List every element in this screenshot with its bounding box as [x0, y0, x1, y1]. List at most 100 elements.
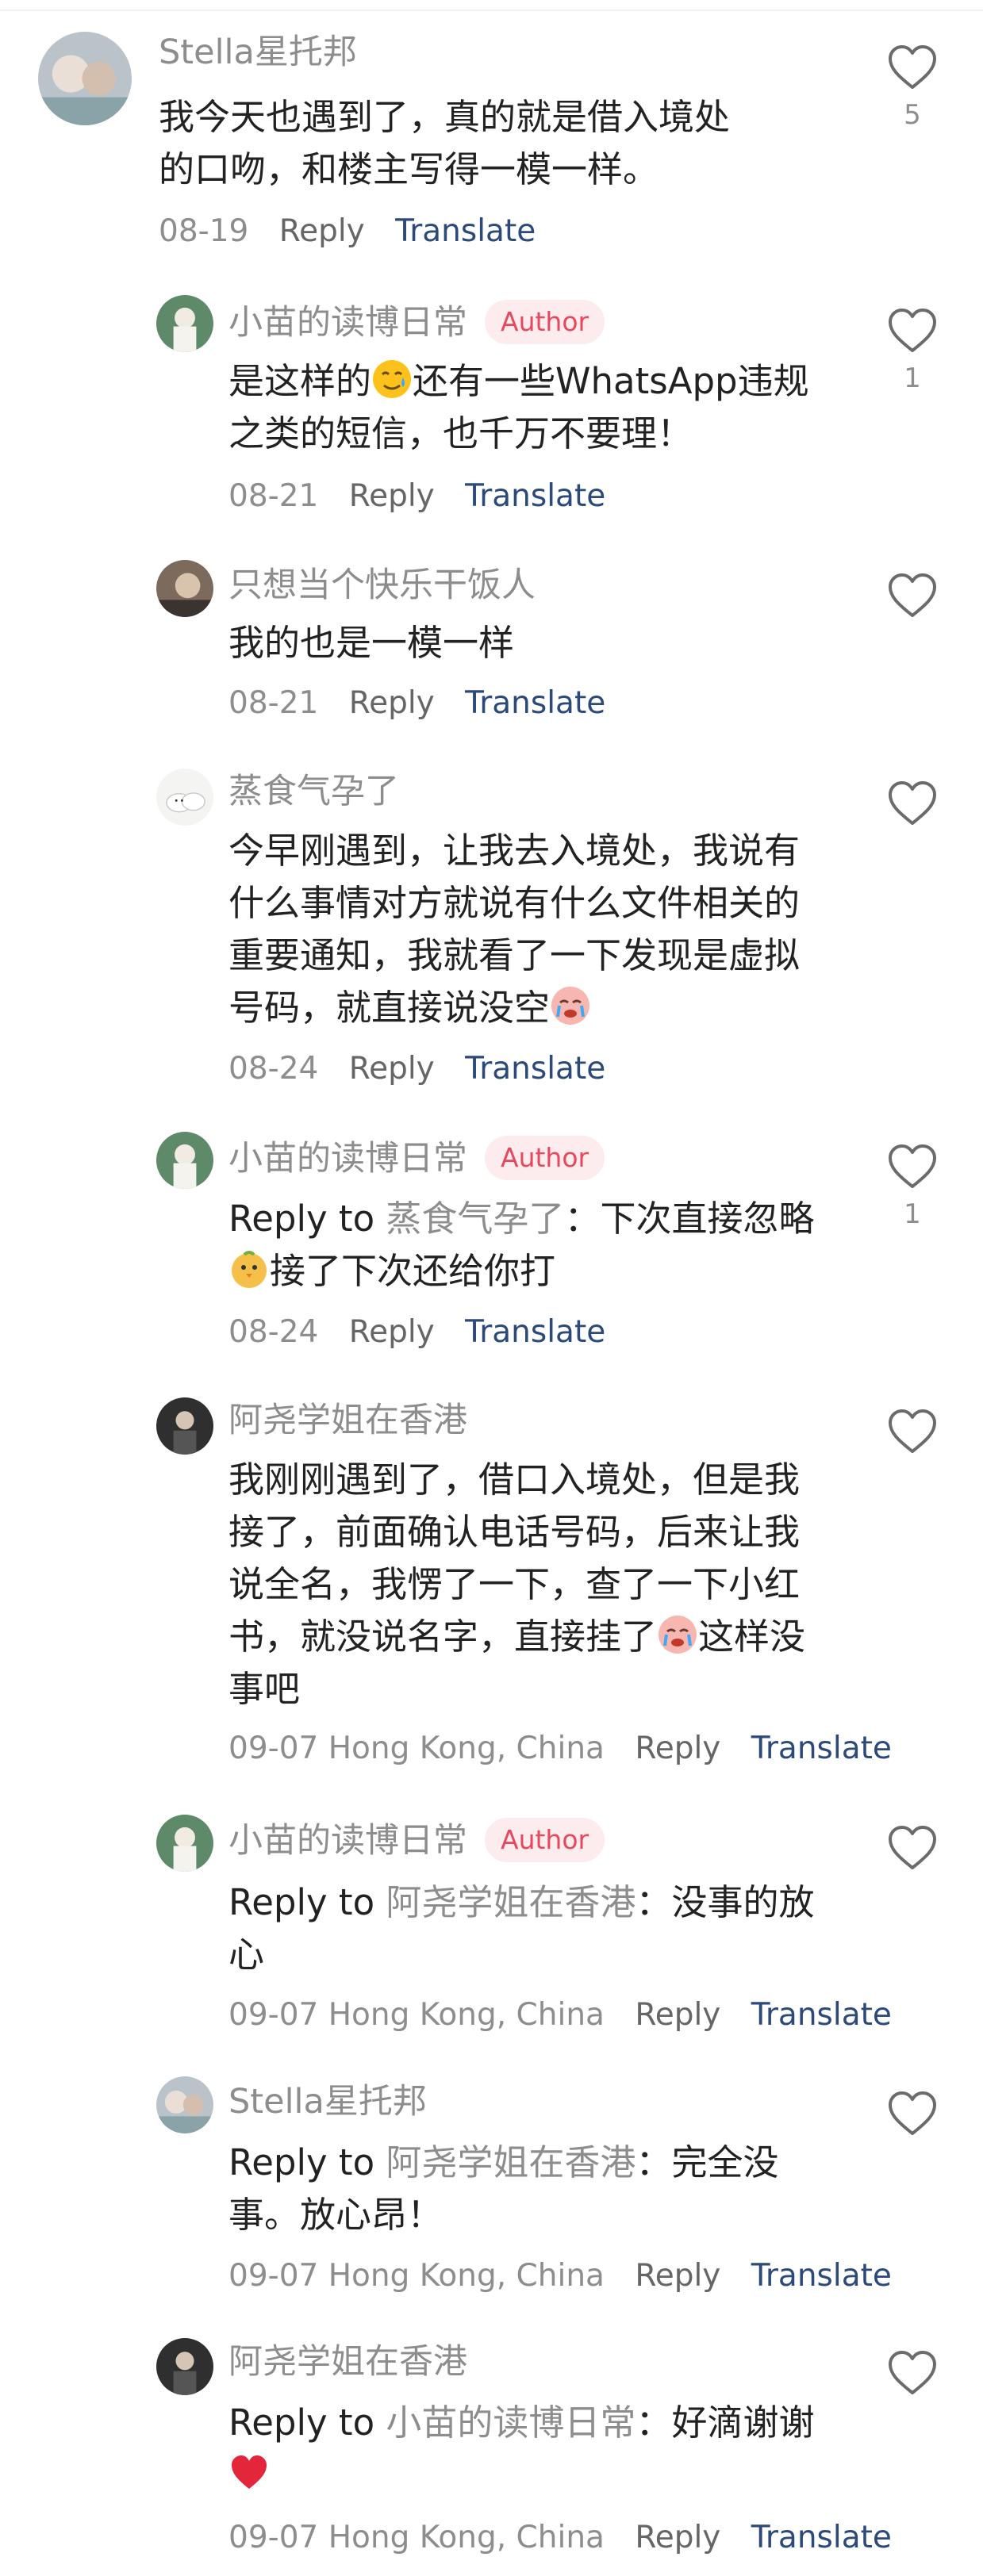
comment-location: Hong Kong, China [328, 2520, 605, 2555]
heart-outline-icon [886, 1408, 939, 1455]
comment-text: Reply to 蒸食气孕了：下次直接忽略 接了下次还给你打 [228, 1198, 815, 1292]
comment-date: 08-24 [228, 1051, 319, 1087]
comment-meta: 08-19 Reply Translate [159, 212, 536, 251]
translate-button[interactable]: Translate [751, 2258, 892, 2294]
like-count: 1 [904, 1198, 921, 1230]
reply-button[interactable]: Reply [635, 1997, 720, 2033]
comment-text: Reply to 阿尧学姐在香港：完全没事。放心昂！ [228, 2141, 779, 2236]
author-badge: Author [485, 1136, 605, 1180]
heart-outline-icon [886, 1143, 939, 1190]
heart-outline-icon [886, 307, 939, 355]
translate-button[interactable]: Translate [465, 478, 605, 514]
comment-meta: 08-24 Reply Translate [228, 1313, 605, 1352]
avatar[interactable] [156, 2076, 213, 2133]
red-heart-emoji-icon [228, 2452, 270, 2494]
comment-date: 09-07 [228, 1731, 319, 1766]
avatar[interactable] [156, 295, 213, 352]
comment-username[interactable]: 只想当个快乐干饭人 [228, 565, 536, 606]
comment-date: 09-07 [228, 1997, 319, 2033]
comment-text-part: 好滴谢谢 [671, 2402, 815, 2444]
comment-username[interactable]: Stella星托邦 [228, 2081, 427, 2122]
translate-button[interactable]: Translate [465, 1314, 605, 1350]
chick-emoji-icon [228, 1248, 270, 1290]
like-button[interactable]: 5 [886, 44, 939, 132]
reply-to-label: Reply to [228, 2402, 375, 2444]
reply-button[interactable]: Reply [349, 478, 435, 514]
like-button[interactable] [886, 572, 939, 619]
mention-link[interactable]: 阿尧学姐在香港 [386, 2141, 635, 2183]
comment-date: 08-24 [228, 1314, 319, 1350]
avatar[interactable] [156, 769, 213, 826]
author-badge: Author [485, 300, 605, 344]
comment-text: 我今天也遇到了，真的就是借入境处的口吻，和楼主写得一模一样。 [159, 96, 731, 190]
translate-button[interactable]: Translate [395, 213, 536, 249]
reply-to-label: Reply to [228, 1881, 375, 1923]
heart-outline-icon [886, 1824, 939, 1872]
mention-link[interactable]: 小苗的读博日常 [386, 2402, 635, 2444]
comment-meta: 08-21 Reply Translate [228, 684, 605, 723]
translate-button[interactable]: Translate [751, 2520, 892, 2555]
reply-button[interactable]: Reply [635, 1731, 720, 1766]
reply-button[interactable]: Reply [279, 213, 365, 249]
heart-outline-icon [886, 2090, 939, 2137]
comment-date: 08-19 [159, 213, 249, 249]
comment-meta: 09-07 Hong Kong, China Reply Translate [228, 1729, 892, 1769]
username-text[interactable]: 小苗的读博日常 [228, 1821, 467, 1861]
comment-meta: 08-24 Reply Translate [228, 1049, 605, 1089]
like-count: 5 [904, 99, 921, 131]
avatar[interactable] [38, 32, 132, 125]
reply-button[interactable]: Reply [349, 1314, 435, 1350]
reply-button[interactable]: Reply [635, 2258, 720, 2294]
reply-to-label: Reply to [228, 1198, 375, 1240]
avatar[interactable] [156, 1397, 213, 1455]
comment-text-part: 今早刚遇到，让我去入境处，我说有什么事情对方就说有什么文件相关的重要通知，我就看… [228, 830, 801, 1029]
comment-username[interactable]: 小苗的读博日常 Author [228, 1136, 605, 1180]
mention-link[interactable]: 蒸食气孕了 [386, 1198, 564, 1240]
reply-button[interactable]: Reply [635, 2520, 720, 2555]
like-button[interactable] [886, 2349, 939, 2397]
crying-face-emoji-icon [550, 985, 591, 1026]
comment-text: 今早刚遇到，让我去入境处，我说有什么事情对方就说有什么文件相关的重要通知，我就看… [228, 825, 816, 1034]
comment-date: 08-21 [228, 685, 319, 721]
comment-username[interactable]: 小苗的读博日常 Author [228, 1818, 605, 1862]
heart-outline-icon [886, 44, 939, 91]
comment-date: 09-07 [228, 2520, 319, 2555]
like-count: 1 [904, 362, 921, 394]
translate-button[interactable]: Translate [751, 1997, 892, 2033]
comment-date: 08-21 [228, 478, 319, 514]
avatar[interactable] [156, 560, 213, 617]
username-text[interactable]: 小苗的读博日常 [228, 303, 467, 343]
comment-username[interactable]: 阿尧学姐在香港 [228, 1400, 467, 1441]
avatar[interactable] [156, 2338, 213, 2395]
reply-button[interactable]: Reply [349, 685, 435, 721]
comment-username[interactable]: 小苗的读博日常 Author [228, 300, 605, 344]
translate-button[interactable]: Translate [465, 685, 605, 721]
comment-date: 09-07 [228, 2258, 319, 2294]
username-text[interactable]: 小苗的读博日常 [228, 1139, 467, 1179]
like-button[interactable] [886, 780, 939, 827]
comment-meta: 09-07 Hong Kong, China Reply Translate [228, 2518, 892, 2558]
comment-username[interactable]: Stella星托邦 [159, 32, 357, 73]
translate-button[interactable]: Translate [751, 1731, 892, 1766]
comment-text: 是这样的 还有一些WhatsApp违规之类的短信，也千万不要理！ [228, 355, 831, 460]
comment-text: 我的也是一模一样 [228, 622, 515, 664]
translate-button[interactable]: Translate [465, 1051, 605, 1087]
mention-link[interactable]: 阿尧学姐在香港 [386, 1881, 635, 1923]
comment-username[interactable]: 阿尧学姐在香港 [228, 2341, 467, 2382]
author-badge: Author [485, 1818, 605, 1862]
top-divider [0, 10, 983, 11]
like-button[interactable] [886, 2090, 939, 2137]
heart-outline-icon [886, 2349, 939, 2397]
comment-meta: 09-07 Hong Kong, China Reply Translate [228, 1995, 892, 2035]
avatar[interactable] [156, 1815, 213, 1872]
comment-meta: 08-21 Reply Translate [228, 477, 605, 516]
heart-outline-icon [886, 780, 939, 827]
like-button[interactable] [886, 1408, 939, 1455]
like-button[interactable]: 1 [886, 1143, 939, 1232]
reply-button[interactable]: Reply [349, 1051, 435, 1087]
avatar[interactable] [156, 1132, 213, 1189]
heart-outline-icon [886, 572, 939, 619]
like-button[interactable] [886, 1824, 939, 1872]
comment-username[interactable]: 蒸食气孕了 [228, 771, 399, 812]
like-button[interactable]: 1 [886, 307, 939, 396]
